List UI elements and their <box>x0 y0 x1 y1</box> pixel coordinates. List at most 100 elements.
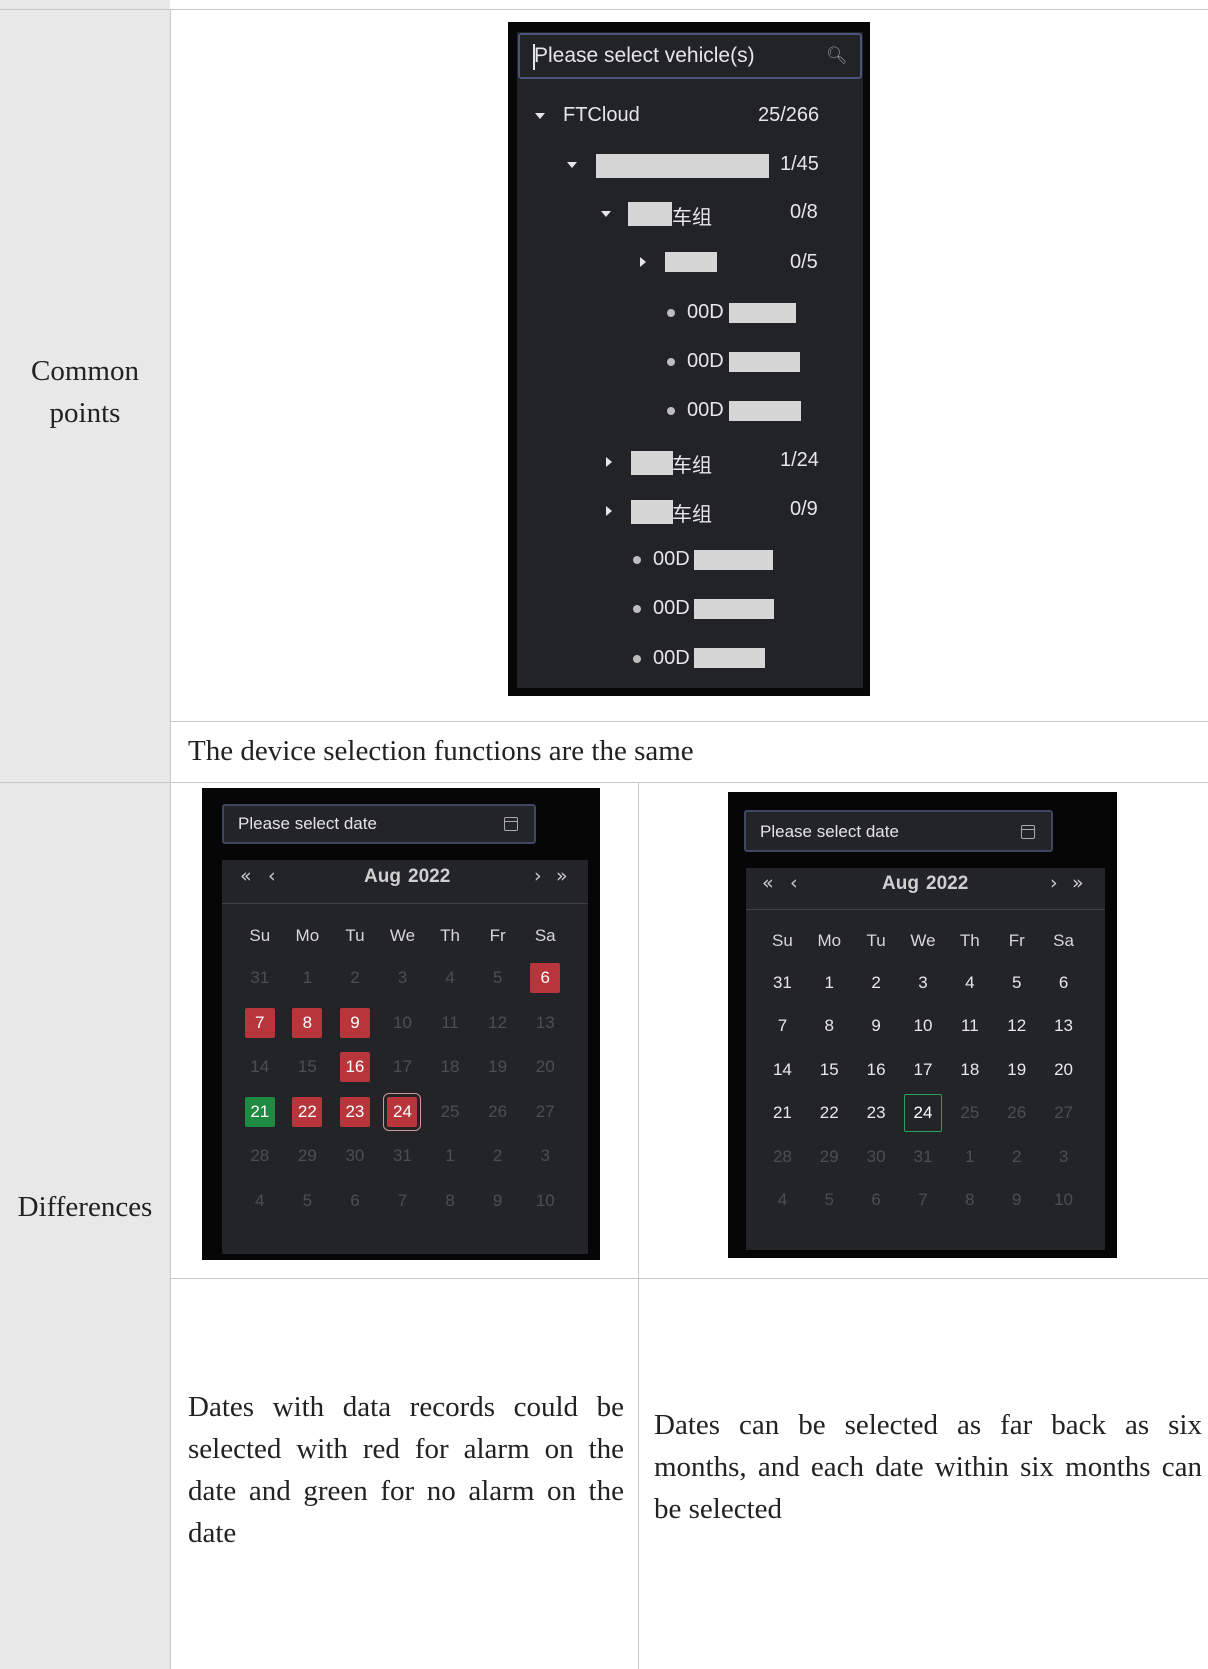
tree-node-label[interactable]: 车组 <box>672 201 712 230</box>
calendar-day-number: 19 <box>1007 1059 1027 1079</box>
calendar-day[interactable]: 7 <box>236 1001 284 1046</box>
weekday-label: Fr <box>1008 930 1025 950</box>
calendar-day: 30 <box>331 1134 379 1179</box>
calendar-day[interactable]: 12 <box>993 1005 1040 1049</box>
calendar-day[interactable]: 23 <box>331 1090 379 1135</box>
calendar-day: 10 <box>379 1001 427 1046</box>
calendar-day: 15 <box>284 1045 332 1090</box>
tree-node-count: 0/5 <box>790 251 818 273</box>
calendar-day: 29 <box>806 1135 853 1179</box>
vehicle-node-label[interactable]: 00D <box>687 350 724 373</box>
calendar-day: 8 <box>946 1179 993 1223</box>
vehicle-dot-icon <box>633 655 641 663</box>
calendar-day-number: 2 <box>871 972 881 992</box>
vehicle-node-label[interactable]: 00D <box>687 301 724 324</box>
calendar-day[interactable]: 18 <box>946 1048 993 1092</box>
next-month-button[interactable]: › <box>534 865 542 887</box>
expand-icon[interactable] <box>567 162 577 168</box>
calendar-day[interactable]: 22 <box>284 1090 332 1135</box>
calendar-day[interactable]: 20 <box>1040 1048 1087 1092</box>
calendar-day-number: 22 <box>292 1096 323 1127</box>
calendar-day[interactable]: 11 <box>946 1005 993 1049</box>
vehicle-node-label[interactable]: 00D <box>653 548 690 571</box>
calendar-day[interactable]: 13 <box>1040 1005 1087 1049</box>
prev-year-button[interactable]: « <box>240 865 252 887</box>
calendar-day-number: 9 <box>871 1016 881 1036</box>
calendar-day[interactable]: 22 <box>806 1092 853 1136</box>
calendar-month[interactable]: Aug <box>364 866 401 888</box>
calendar-icon[interactable] <box>1021 825 1035 839</box>
redacted-label <box>628 202 672 226</box>
calendar-day[interactable]: 9 <box>853 1005 900 1049</box>
tree-node-label[interactable]: 车组 <box>672 498 712 527</box>
calendar-day-number: 28 <box>250 1146 270 1166</box>
expand-icon[interactable] <box>601 211 611 217</box>
tree-node-count: 1/45 <box>780 153 819 175</box>
next-year-button[interactable]: » <box>1072 872 1084 894</box>
calendar-day[interactable]: 8 <box>806 1005 853 1049</box>
prev-month-button[interactable]: ‹ <box>268 865 276 887</box>
vehicle-node-label[interactable]: 00D <box>653 597 690 620</box>
calendar-day[interactable]: 31 <box>759 961 806 1005</box>
redacted-label <box>665 252 717 272</box>
calendar-day[interactable]: 8 <box>284 1001 332 1046</box>
collapse-icon[interactable] <box>640 257 646 267</box>
next-year-button[interactable]: » <box>556 865 568 887</box>
calendar-month[interactable]: Aug <box>882 873 919 895</box>
vehicle-dot-icon <box>667 309 675 317</box>
calendar-day: 28 <box>759 1135 806 1179</box>
calendar-day[interactable]: 24 <box>379 1090 427 1135</box>
calendar-day-number: 29 <box>297 1146 317 1166</box>
redacted-label <box>729 401 801 421</box>
calendar-divider <box>746 909 1105 910</box>
calendar-day-number: 9 <box>492 1190 503 1210</box>
calendar-day-number: 28 <box>772 1146 792 1166</box>
calendar-day[interactable]: 17 <box>900 1048 947 1092</box>
calendar-day[interactable]: 21 <box>236 1090 284 1135</box>
calendar-day[interactable]: 14 <box>759 1048 806 1092</box>
calendar-day: 7 <box>379 1179 427 1224</box>
calendar-day[interactable]: 23 <box>853 1092 900 1136</box>
calendar-day-number: 18 <box>440 1057 460 1077</box>
calendar-day[interactable]: 4 <box>946 961 993 1005</box>
row1-note-divider <box>170 721 1208 722</box>
vehicle-node-label[interactable]: 00D <box>687 399 724 422</box>
tree-node-label[interactable]: 车组 <box>672 449 712 478</box>
vehicle-node-label[interactable]: 00D <box>653 647 690 670</box>
calendar-day[interactable]: 1 <box>806 961 853 1005</box>
prev-month-button[interactable]: ‹ <box>790 872 798 894</box>
calendar-day: 5 <box>806 1179 853 1223</box>
tree-node-count: 1/24 <box>780 449 819 471</box>
calendar-day[interactable]: 7 <box>759 1005 806 1049</box>
redacted-label <box>694 599 774 619</box>
calendar-day[interactable]: 10 <box>900 1005 947 1049</box>
redacted-label <box>631 451 673 475</box>
tree-node-label[interactable]: FTCloud <box>563 104 640 127</box>
collapse-icon[interactable] <box>606 457 612 467</box>
calendar-day: 2 <box>993 1135 1040 1179</box>
date-input-placeholder: Please select date <box>760 822 899 841</box>
expand-icon[interactable] <box>535 113 545 119</box>
calendar-day[interactable]: 21 <box>759 1092 806 1136</box>
calendar-day[interactable]: 6 <box>1040 961 1087 1005</box>
calendar-year[interactable]: 2022 <box>926 873 968 895</box>
calendar-day[interactable]: 9 <box>331 1001 379 1046</box>
calendar-day: 26 <box>474 1090 522 1135</box>
next-month-button[interactable]: › <box>1050 872 1058 894</box>
collapse-icon[interactable] <box>606 506 612 516</box>
calendar-day[interactable]: 16 <box>853 1048 900 1092</box>
calendar-day[interactable]: 5 <box>993 961 1040 1005</box>
calendar-day[interactable]: 15 <box>806 1048 853 1092</box>
calendar-icon[interactable] <box>504 817 518 831</box>
calendar-day: 31 <box>236 956 284 1001</box>
search-icon[interactable]: 🔍︎ <box>826 46 848 66</box>
calendar-day[interactable]: 24 <box>900 1092 947 1136</box>
calendar-day[interactable]: 16 <box>331 1045 379 1090</box>
calendar-day[interactable]: 6 <box>521 956 569 1001</box>
prev-year-button[interactable]: « <box>762 872 774 894</box>
calendar-day[interactable]: 3 <box>900 961 947 1005</box>
calendar-day[interactable]: 19 <box>993 1048 1040 1092</box>
calendar-day[interactable]: 2 <box>853 961 900 1005</box>
calendar-year[interactable]: 2022 <box>408 866 450 888</box>
calendar-day-number: 30 <box>345 1146 365 1166</box>
